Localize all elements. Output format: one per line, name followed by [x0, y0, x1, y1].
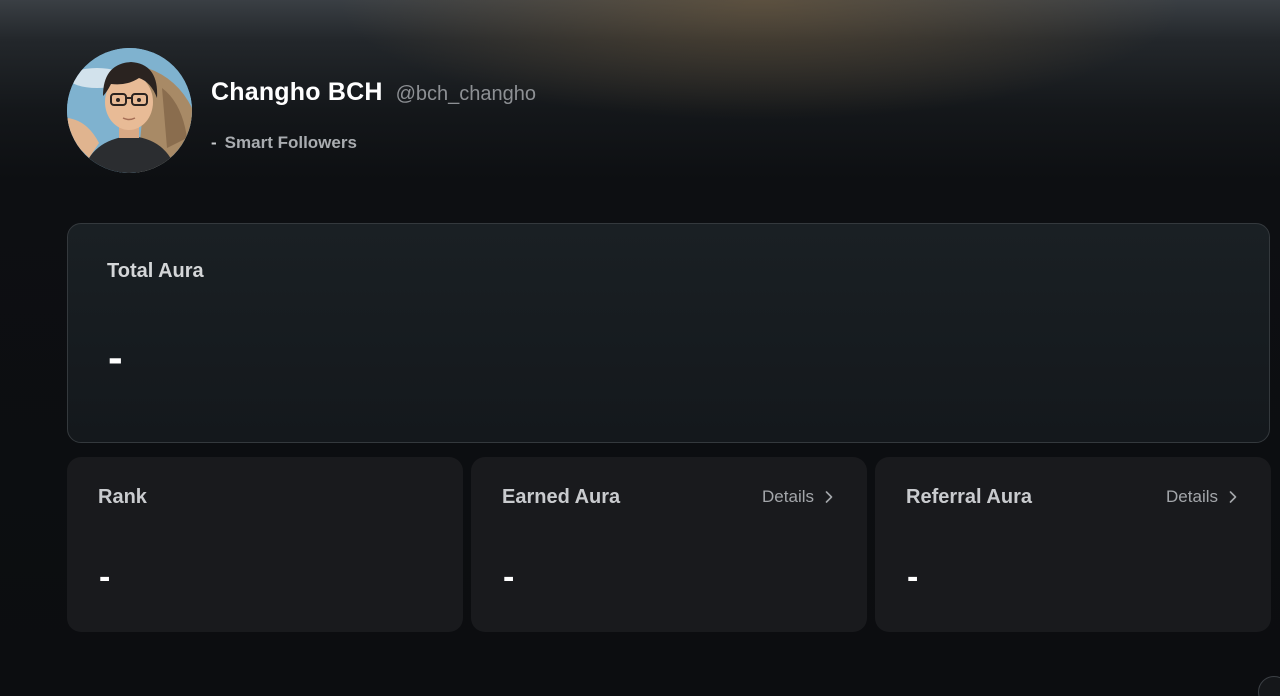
rank-value: -	[99, 558, 111, 596]
floating-action-button[interactable]	[1258, 676, 1280, 696]
earned-aura-details-link[interactable]: Details	[762, 487, 833, 507]
profile-header: Changho BCH @bch_changho - Smart Followe…	[67, 48, 536, 173]
smart-followers-label: Smart Followers	[224, 133, 357, 152]
total-aura-title: Total Aura	[107, 260, 204, 282]
earned-aura-card: Earned Aura Details -	[471, 457, 867, 632]
referral-aura-value: -	[907, 558, 919, 596]
total-aura-card: Total Aura -	[67, 223, 1270, 443]
referral-aura-title: Referral Aura	[906, 486, 1032, 508]
total-aura-value: -	[108, 333, 123, 382]
referral-aura-card: Referral Aura Details -	[875, 457, 1271, 632]
profile-page: Changho BCH @bch_changho - Smart Followe…	[0, 0, 1280, 696]
details-label: Details	[762, 487, 814, 506]
rank-card: Rank -	[67, 457, 463, 632]
user-handle[interactable]: @bch_changho	[396, 83, 536, 106]
details-label: Details	[1166, 487, 1218, 506]
avatar-illustration	[67, 48, 192, 173]
name-row: Changho BCH @bch_changho	[211, 78, 536, 107]
chevron-right-icon	[825, 491, 833, 503]
rank-title: Rank	[98, 486, 147, 508]
chevron-right-icon	[1229, 491, 1237, 503]
smart-followers-count: -	[211, 133, 217, 152]
identity-block: Changho BCH @bch_changho - Smart Followe…	[211, 78, 536, 153]
smart-followers: - Smart Followers	[211, 133, 536, 153]
referral-aura-details-link[interactable]: Details	[1166, 487, 1237, 507]
earned-aura-value: -	[503, 558, 515, 596]
avatar[interactable]	[67, 48, 192, 173]
earned-aura-title: Earned Aura	[502, 486, 621, 508]
display-name: Changho BCH	[211, 78, 383, 106]
